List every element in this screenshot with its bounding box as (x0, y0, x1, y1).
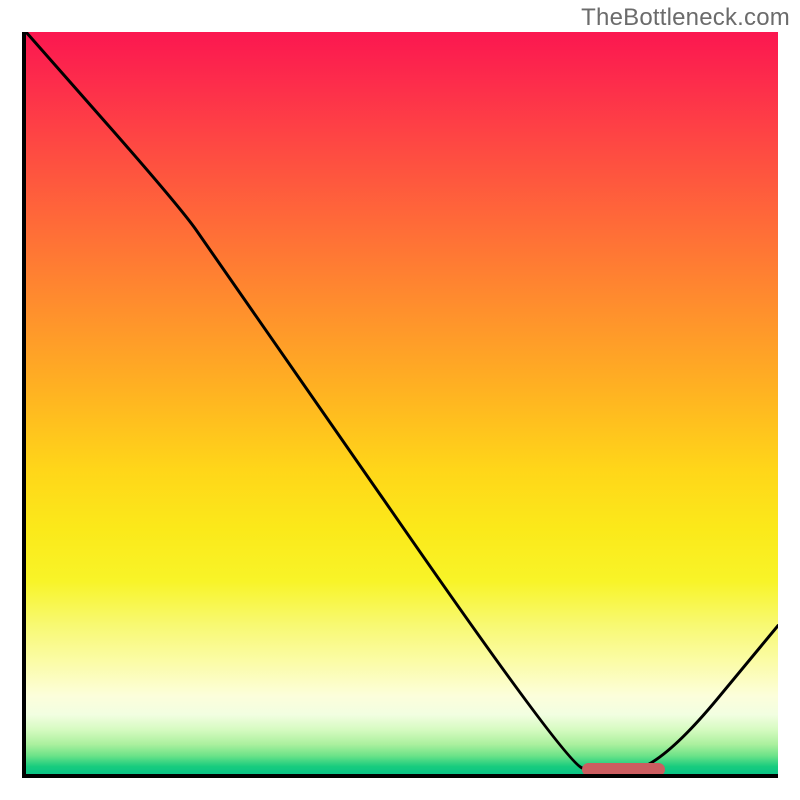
optimal-range-marker (582, 763, 665, 776)
bottleneck-curve (26, 32, 778, 774)
plot-area (22, 32, 778, 778)
watermark-text: TheBottleneck.com (581, 4, 790, 32)
bottleneck-chart: TheBottleneck.com (0, 0, 800, 800)
